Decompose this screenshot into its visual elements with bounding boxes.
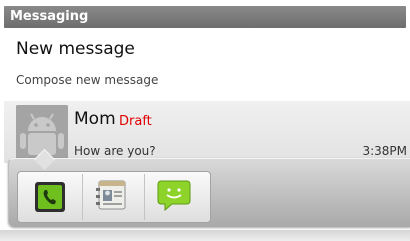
draft-label: Draft [119,114,152,129]
action-separator [82,174,83,220]
new-message-title: New message [16,39,135,59]
quick-contact-panel [8,148,410,227]
conversation-row[interactable]: Mom Draft How are you? 3:38PM [4,101,410,163]
app-title: Messaging [10,9,89,24]
message-snippet: How are you? [74,144,156,158]
new-message-subtitle: Compose new message [16,73,159,87]
send-message-button[interactable] [154,177,194,217]
contact-card-icon [94,178,130,216]
list-bottom-edge [0,230,410,241]
call-button[interactable] [30,177,70,217]
view-contact-button[interactable] [92,177,132,217]
sms-icon [156,177,192,217]
contact-name: Mom [74,109,116,129]
new-message-item[interactable]: New message Compose new message [4,30,406,98]
title-bar: Messaging [4,6,406,28]
message-time: 3:38PM [362,144,407,158]
phone-icon [35,182,65,212]
quick-contact-actions [17,171,211,223]
action-separator [144,174,145,220]
